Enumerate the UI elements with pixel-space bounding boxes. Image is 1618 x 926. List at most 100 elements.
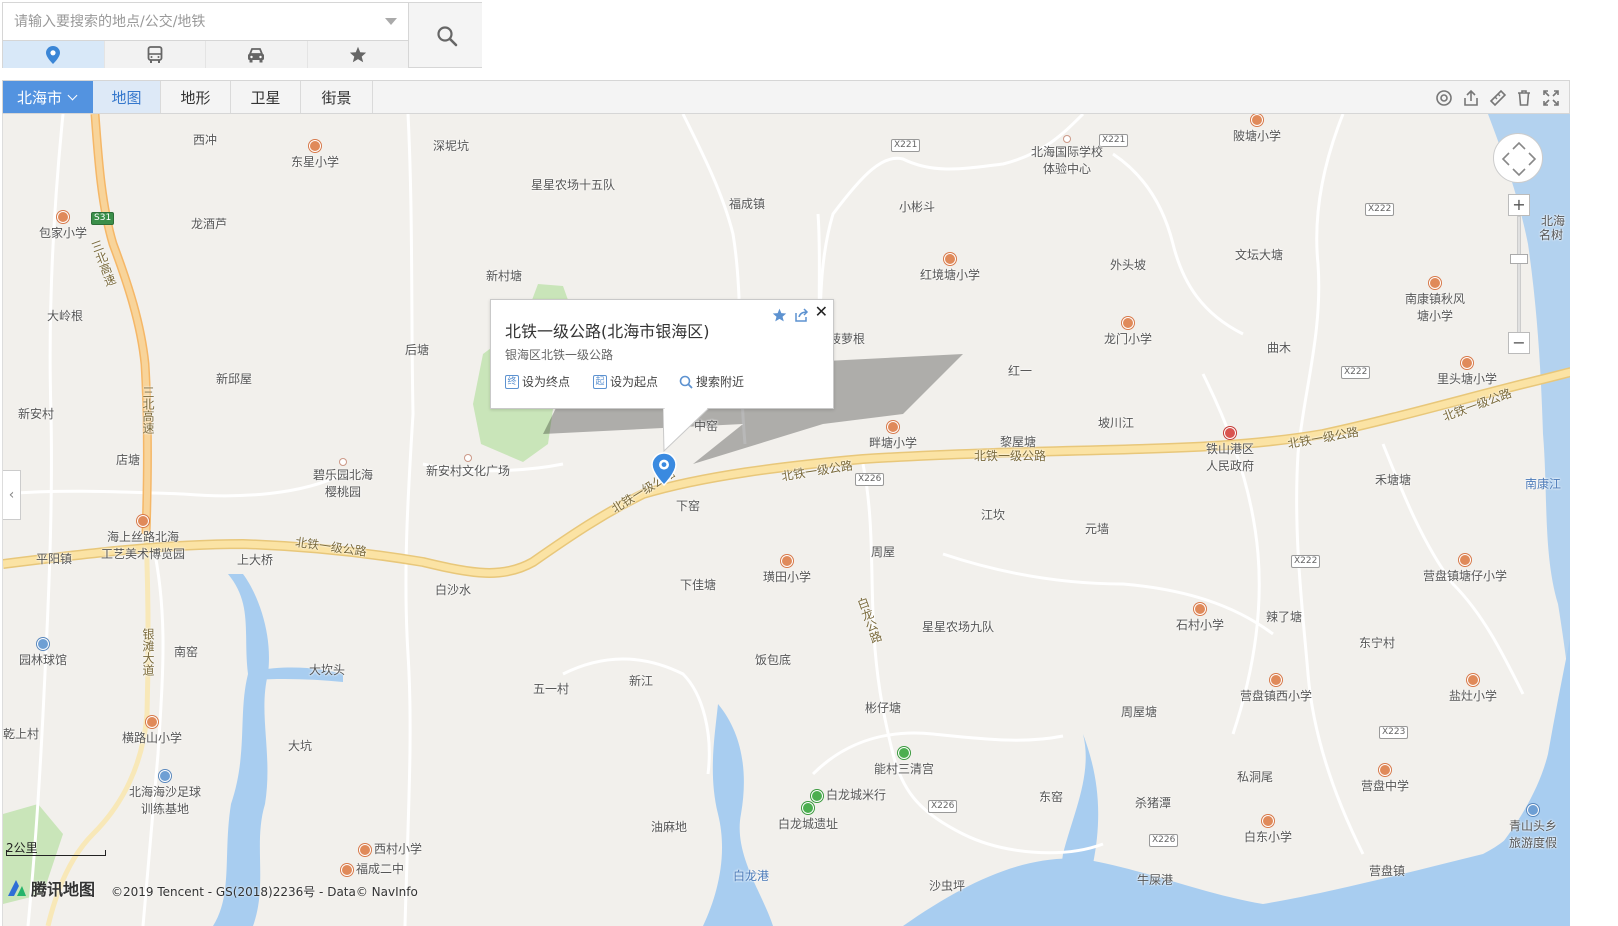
share-arrow-icon[interactable] xyxy=(794,308,809,322)
place-label: 江坎 xyxy=(981,508,1006,522)
tab-terrain[interactable]: 地形 xyxy=(161,81,231,113)
pan-control[interactable] xyxy=(1493,133,1543,183)
temple-icon xyxy=(898,747,910,759)
place-label: 红一 xyxy=(1008,364,1033,378)
school-icon xyxy=(781,555,793,567)
road-shield: X222 xyxy=(1291,555,1321,568)
poi-school[interactable]: 石村小学 xyxy=(1176,603,1224,633)
poi-museum[interactable]: 海上丝路北海 工艺美术博览园 xyxy=(101,515,185,562)
water-label: 白龙港 xyxy=(733,869,770,883)
school-icon xyxy=(1194,603,1206,615)
clear-icon[interactable] xyxy=(1515,89,1533,107)
poi-resort[interactable]: 青山头乡 旅游度假 xyxy=(1509,804,1557,851)
copyright: ©2019 Tencent - GS(2018)2236号 - Data© Na… xyxy=(111,885,418,899)
poi-school[interactable]: 北海国际学校 体验中心 xyxy=(1031,136,1103,177)
zoom-in-button[interactable]: + xyxy=(1508,194,1530,216)
place-label: 星星农场十五队 xyxy=(531,178,616,192)
share-icon[interactable] xyxy=(1462,89,1480,107)
set-origin-button[interactable]: 起 设为起点 xyxy=(593,373,658,390)
tab-satellite[interactable]: 卫星 xyxy=(231,81,301,113)
place-label: 坡川江 xyxy=(1098,416,1135,430)
school-icon xyxy=(1262,815,1274,827)
poi-government[interactable]: 铁山港区 人民政府 xyxy=(1206,427,1254,474)
poi-school[interactable]: 南康镇秋风 塘小学 xyxy=(1405,277,1465,324)
set-destination-button[interactable]: 终 设为终点 xyxy=(505,373,570,390)
panel-collapse-button[interactable]: ‹ xyxy=(3,470,21,520)
poi-school[interactable]: 东星小学 xyxy=(291,140,339,170)
road-shield: S31 xyxy=(91,212,115,225)
place-label: 大坑 xyxy=(288,739,313,753)
place-label: 龙酒芦 xyxy=(191,217,228,231)
poi-school[interactable]: 里头塘小学 xyxy=(1437,357,1497,387)
ruler-icon[interactable] xyxy=(1489,89,1507,107)
place-label: 禾塘塘 xyxy=(1375,473,1412,487)
poi-school[interactable]: 福成二中 xyxy=(341,860,404,877)
car-icon xyxy=(248,47,265,62)
origin-icon: 起 xyxy=(593,374,607,389)
place-label: 饭包底 xyxy=(755,653,792,667)
poi-residential[interactable]: 碧乐园北海 樱桃园 xyxy=(313,459,373,500)
location-marker-icon[interactable] xyxy=(651,452,677,486)
tencent-map-logo: 腾讯地图 xyxy=(6,876,95,900)
zoom-slider-track[interactable] xyxy=(1517,216,1521,342)
search-button[interactable] xyxy=(408,3,482,67)
poi-school[interactable]: 龙门小学 xyxy=(1104,317,1152,347)
tab-bus[interactable] xyxy=(104,41,206,68)
poi-scenic[interactable]: 白龙城米行 xyxy=(811,786,886,803)
place-label: 下窑 xyxy=(676,499,701,513)
zoom-slider-handle[interactable] xyxy=(1510,254,1528,264)
poi-sports[interactable]: 北海海沙足球 训练基地 xyxy=(129,770,201,817)
poi-scenic[interactable]: 白龙城遗址 xyxy=(778,802,838,832)
poi-school[interactable]: 包家小学 xyxy=(39,211,87,241)
poi-school[interactable]: 畔塘小学 xyxy=(869,421,917,451)
place-label: 曲木 xyxy=(1267,341,1292,355)
sports-icon xyxy=(159,770,171,782)
school-icon xyxy=(1429,277,1441,289)
road-shield: X226 xyxy=(928,800,958,813)
map-canvas[interactable]: S31 X221 X221 X222 X222 X222 X226 X223 X… xyxy=(2,114,1570,926)
tab-drive[interactable] xyxy=(206,41,308,68)
search-dropdown-icon[interactable] xyxy=(385,18,397,25)
poi-square[interactable]: 新安村文化广场 xyxy=(426,455,510,479)
road-shield: X223 xyxy=(1379,726,1409,739)
fullscreen-icon[interactable] xyxy=(1542,89,1560,107)
poi-school[interactable]: 营盘镇塘仔小学 xyxy=(1423,554,1507,584)
road-shield: X222 xyxy=(1341,366,1371,379)
favorite-star-icon[interactable] xyxy=(772,308,787,322)
poi-school[interactable]: 白东小学 xyxy=(1244,815,1292,845)
place-label: 新江 xyxy=(629,674,654,688)
government-icon xyxy=(1224,427,1236,439)
museum-icon xyxy=(137,515,149,527)
poi-sports[interactable]: 园林球馆 xyxy=(19,638,67,668)
city-selector[interactable]: 北海市 xyxy=(3,81,93,113)
place-label: 下佳塘 xyxy=(680,578,717,592)
search-nearby-button[interactable]: 搜索附近 xyxy=(679,373,744,390)
zoom-out-button[interactable]: − xyxy=(1508,332,1530,354)
star-icon xyxy=(349,46,366,63)
ranging-icon[interactable] xyxy=(1435,89,1453,107)
close-icon[interactable]: ✕ xyxy=(815,302,828,321)
tab-map[interactable]: 地图 xyxy=(93,81,161,113)
poi-school[interactable]: 陂塘小学 xyxy=(1233,114,1281,144)
poi-school[interactable]: 西村小学 xyxy=(359,840,422,857)
poi-school[interactable]: 璜田小学 xyxy=(763,555,811,585)
search-input[interactable] xyxy=(3,3,408,41)
poi-temple[interactable]: 能村三清宫 xyxy=(874,747,934,777)
school-icon xyxy=(1461,357,1473,369)
map-toolbar: 北海市 地图 地形 卫星 街景 xyxy=(2,80,1570,114)
tab-favorites[interactable] xyxy=(307,41,408,68)
poi-school[interactable]: 红境塘小学 xyxy=(920,253,980,283)
place-label: 辣了塘 xyxy=(1266,610,1303,624)
place-label: 福成镇 xyxy=(729,197,766,211)
poi-school[interactable]: 横路山小学 xyxy=(122,716,182,746)
tab-street-view[interactable]: 街景 xyxy=(301,81,373,113)
tab-location[interactable] xyxy=(3,41,105,68)
place-label: 西冲 xyxy=(193,133,218,147)
location-icon xyxy=(46,45,61,64)
poi-school[interactable]: 营盘中学 xyxy=(1361,764,1409,794)
place-label: 菠萝根 xyxy=(829,332,866,346)
place-label: 大坎头 xyxy=(309,663,346,677)
poi-school[interactable]: 盐灶小学 xyxy=(1449,674,1497,704)
poi-school[interactable]: 营盘镇西小学 xyxy=(1240,674,1312,704)
place-label: 后塘 xyxy=(405,343,430,357)
